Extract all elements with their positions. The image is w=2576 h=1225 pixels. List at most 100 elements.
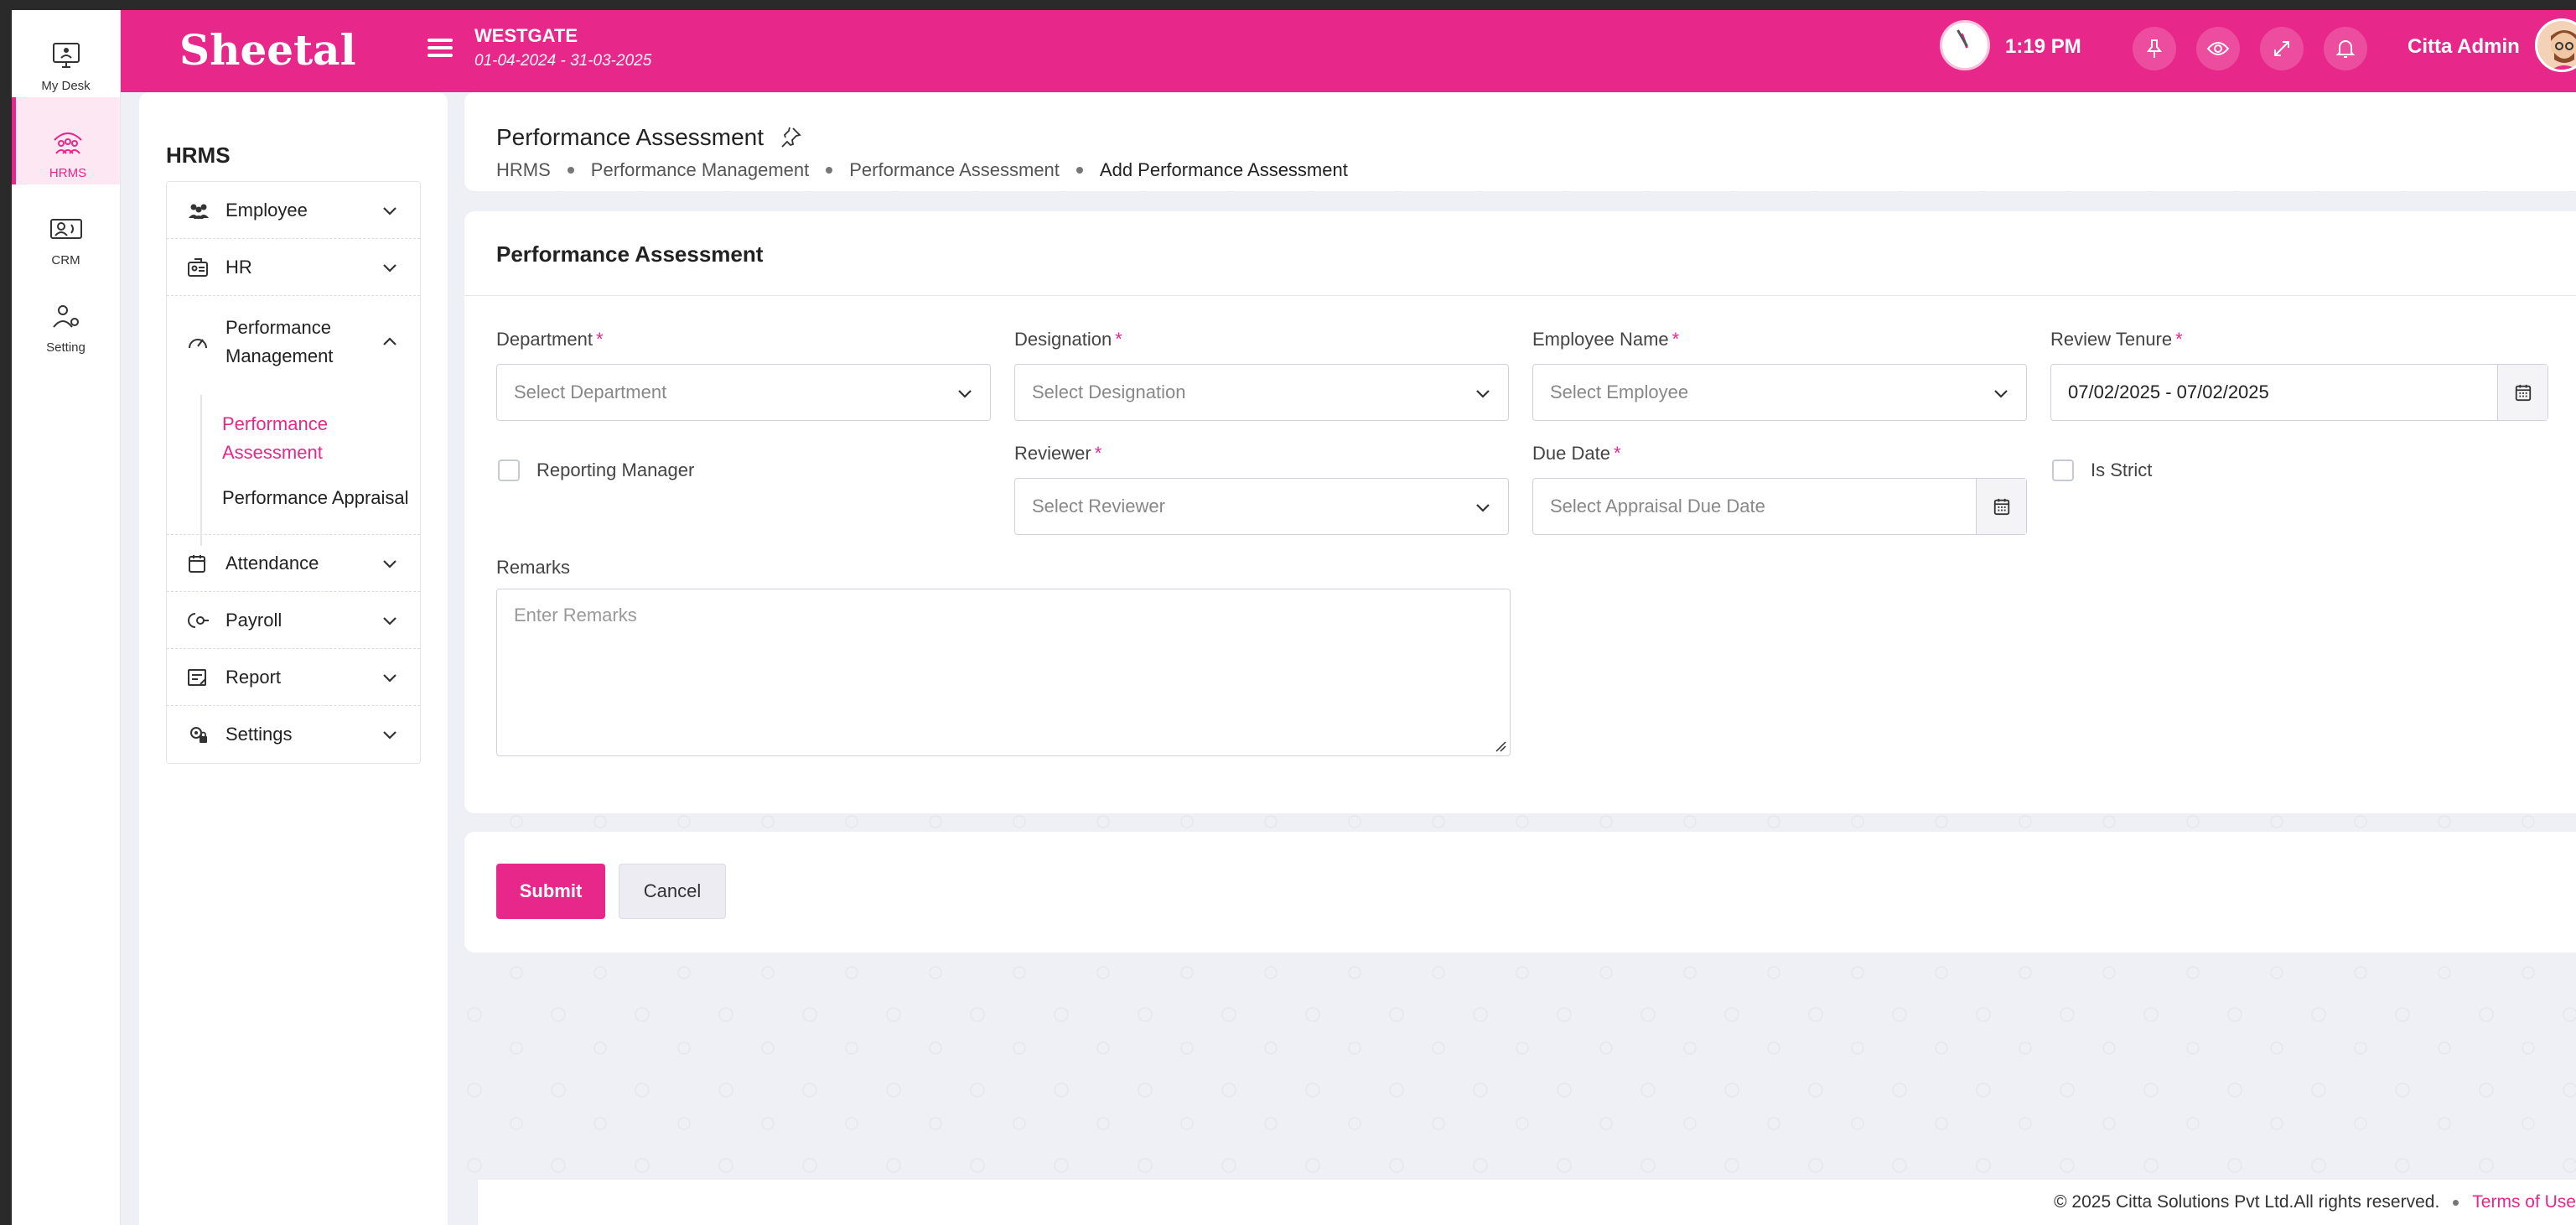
- reporting-manager-label: Reporting Manager: [536, 459, 695, 480]
- sidebar-item-hr[interactable]: HR: [167, 239, 420, 296]
- department-select[interactable]: Select Department: [496, 364, 991, 421]
- checkbox-box[interactable]: [498, 459, 520, 481]
- calendar-button[interactable]: [2497, 365, 2547, 420]
- user-name[interactable]: Citta Admin: [2408, 35, 2520, 59]
- sidebar-item-payroll[interactable]: Payroll: [167, 592, 420, 649]
- sidebar-item-label: Performance Management: [225, 317, 334, 366]
- financial-year: 01-04-2024 - 31-03-2025: [474, 52, 652, 70]
- rail-item-my-desk[interactable]: My Desk: [12, 10, 120, 97]
- chevron-down-icon: [383, 731, 397, 740]
- breadcrumb-performance-management[interactable]: Performance Management: [591, 159, 809, 181]
- employee-name-label: Employee Name *: [1532, 329, 1680, 350]
- rail-item-crm[interactable]: CRM: [12, 184, 120, 272]
- sidebar-item-report[interactable]: Report: [167, 649, 420, 706]
- is-strict-checkbox[interactable]: Is Strict: [2052, 459, 2152, 481]
- pin-button[interactable]: [2133, 27, 2176, 70]
- reporting-manager-checkbox[interactable]: Reporting Manager: [498, 459, 694, 481]
- payroll-icon: [187, 609, 212, 632]
- breadcrumb-hrms[interactable]: HRMS: [496, 159, 551, 181]
- sidebar-title: HRMS: [166, 143, 231, 168]
- fullscreen-button[interactable]: [2260, 27, 2304, 70]
- employee-select[interactable]: Select Employee: [1532, 364, 2027, 421]
- cancel-button[interactable]: Cancel: [619, 864, 726, 919]
- breadcrumb-current: Add Performance Assessment: [1099, 159, 1348, 180]
- designation-label: Designation *: [1014, 329, 1122, 350]
- chevron-down-icon: [383, 263, 397, 273]
- chevron-down-icon: [383, 673, 397, 683]
- sidebar-item-label: Report: [225, 666, 282, 688]
- chevron-down-icon: [383, 206, 397, 215]
- view-button[interactable]: [2196, 27, 2240, 70]
- sidebar-subitem-performance-appraisal[interactable]: Performance Appraisal: [200, 484, 420, 512]
- chevron-up-icon: [383, 337, 397, 345]
- terms-of-use-link[interactable]: Terms of Use: [2472, 1192, 2576, 1212]
- performance-submenu: Performance Assessment Performance Appra…: [167, 388, 420, 546]
- page-title-row: Performance Assessment: [496, 124, 802, 151]
- checkbox-box[interactable]: [2052, 459, 2074, 481]
- expand-icon: [2274, 41, 2289, 56]
- current-time: 1:19 PM: [2005, 35, 2081, 58]
- due-date-placeholder: Select Appraisal Due Date: [1550, 496, 1765, 516]
- calendar-icon: [2515, 384, 2531, 402]
- eye-icon: [2206, 42, 2230, 55]
- resize-grip-icon[interactable]: [1493, 739, 1506, 752]
- due-date-input[interactable]: Select Appraisal Due Date: [1532, 478, 2027, 535]
- module-sidebar: HRMS Employee HR Performance Management …: [139, 92, 448, 1225]
- breadcrumb-separator: [567, 167, 574, 174]
- submit-button[interactable]: Submit: [496, 864, 605, 919]
- desk-monitor-icon: [49, 40, 83, 70]
- footer: © 2025 Citta Solutions Pvt Ltd.All right…: [478, 1180, 2576, 1225]
- calendar-icon: [1993, 498, 2009, 516]
- review-tenure-label: Review Tenure *: [2050, 329, 2183, 350]
- pin-icon[interactable]: [779, 126, 802, 149]
- sidebar-item-employee[interactable]: Employee: [167, 182, 420, 239]
- module-rail: My Desk HRMS CRM Setting: [12, 10, 121, 1225]
- brand-logo[interactable]: Sheetal: [179, 25, 356, 75]
- avatar[interactable]: [2535, 18, 2576, 72]
- form-actions: Submit Cancel: [464, 832, 2576, 952]
- employees-icon: [187, 199, 212, 222]
- sidebar-item-settings[interactable]: Settings: [167, 706, 420, 763]
- rail-label: My Desk: [41, 79, 91, 93]
- sidebar-item-label: Employee: [225, 199, 308, 221]
- hr-icon: [187, 256, 212, 279]
- hamburger-menu-icon[interactable]: [428, 39, 453, 60]
- clock-icon: [1940, 20, 1990, 70]
- calendar-icon: [187, 552, 212, 575]
- employee-placeholder: Select Employee: [1550, 382, 1689, 402]
- rail-item-setting[interactable]: Setting: [12, 272, 120, 359]
- breadcrumb-performance-assessment[interactable]: Performance Assessment: [849, 159, 1060, 181]
- page-header: Performance Assessment HRMS Performance …: [464, 92, 2576, 191]
- sidebar-item-performance-management[interactable]: Performance Management: [167, 296, 420, 388]
- remarks-textarea[interactable]: Enter Remarks: [496, 589, 1511, 756]
- report-icon: [187, 666, 212, 689]
- department-label: Department *: [496, 329, 604, 350]
- settings-lock-icon: [187, 723, 212, 746]
- sidebar-menu: Employee HR Performance Management Perfo…: [166, 181, 421, 764]
- hrms-people-icon: [51, 127, 85, 158]
- rail-item-hrms[interactable]: HRMS: [12, 97, 120, 184]
- page-title: Performance Assessment: [496, 124, 765, 150]
- designation-select[interactable]: Select Designation: [1014, 364, 1509, 421]
- bell-icon: [2335, 40, 2356, 58]
- breadcrumb-separator: [1075, 167, 1083, 174]
- chevron-down-icon: [1476, 390, 1490, 398]
- chevron-down-icon: [1476, 504, 1490, 512]
- reviewer-select[interactable]: Select Reviewer: [1014, 478, 1509, 535]
- review-tenure-input[interactable]: 07/02/2025 - 07/02/2025: [2050, 364, 2548, 421]
- top-bar: Sheetal WESTGATE 01-04-2024 - 31-03-2025…: [121, 10, 2576, 92]
- rail-label: HRMS: [49, 166, 87, 180]
- employee-name-field: Employee Name * Select Employee: [1532, 329, 2027, 421]
- is-strict-label: Is Strict: [2091, 459, 2153, 480]
- sidebar-item-label: HR: [225, 256, 252, 278]
- breadcrumb: HRMS Performance Management Performance …: [496, 159, 1348, 181]
- chevron-down-icon: [1994, 390, 2008, 398]
- sidebar-subitem-performance-assessment[interactable]: Performance Assessment: [200, 410, 420, 467]
- department-field: Department * Select Department: [496, 329, 991, 421]
- sidebar-item-label: Settings: [225, 724, 293, 745]
- sidebar-item-attendance[interactable]: Attendance: [167, 535, 420, 592]
- calendar-button[interactable]: [1976, 479, 2026, 534]
- notifications-button[interactable]: [2324, 27, 2367, 70]
- organization-info[interactable]: WESTGATE 01-04-2024 - 31-03-2025: [474, 25, 651, 70]
- designation-placeholder: Select Designation: [1032, 382, 1186, 402]
